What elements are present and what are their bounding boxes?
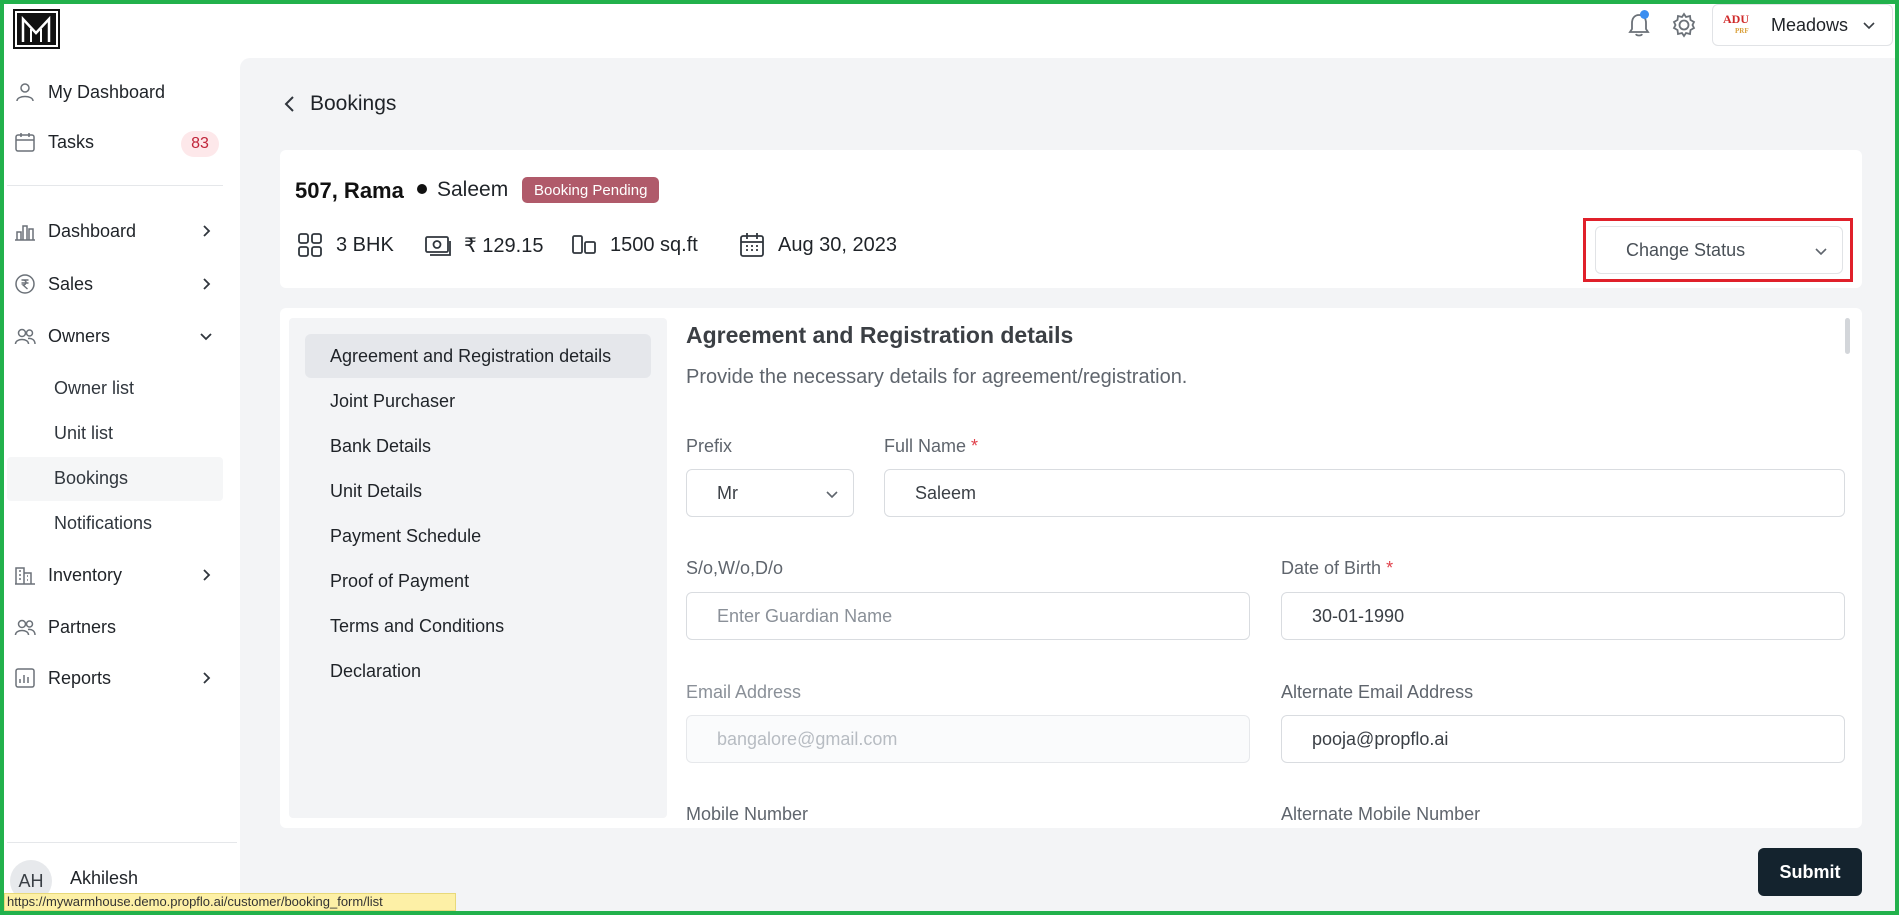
step-payment-schedule[interactable]: Payment Schedule [305, 514, 651, 558]
area-value: 1500 sq.ft [610, 233, 698, 256]
step-proof-of-payment[interactable]: Proof of Payment [305, 559, 651, 603]
separator-dot [417, 184, 427, 194]
email-field: bangalore@gmail.com [686, 715, 1250, 763]
change-status-label: Change Status [1626, 239, 1746, 260]
sidebar-item-reports[interactable]: Reports [14, 660, 111, 696]
sidebar-item-dashboard[interactable]: Dashboard [14, 213, 136, 249]
sidebar-item-label: Partners [48, 616, 117, 637]
browser-status-url: https://mywarmhouse.demo.propflo.ai/cust… [4, 893, 456, 911]
dob-field[interactable]: 30-01-1990 [1281, 592, 1845, 640]
prefix-select[interactable]: Mr [686, 469, 854, 517]
meta-date: Aug 30, 2023 [738, 230, 897, 260]
sidebar-item-partners[interactable]: Partners [14, 609, 116, 645]
status-badge: Booking Pending [522, 177, 660, 203]
report-icon [14, 667, 36, 689]
rupee-icon [14, 273, 36, 295]
sidebar-item-inventory[interactable]: Inventory [14, 557, 122, 593]
unit-name: 507, Rama [295, 178, 404, 203]
project-logo: ADU PRF [1723, 12, 1749, 35]
sidebar-item-sales[interactable]: Sales [14, 266, 93, 302]
prefix-value: Mr [717, 482, 738, 503]
sidebar-item-label: Owners [48, 325, 111, 346]
sidebar-item-my-dashboard[interactable]: My Dashboard [14, 74, 165, 110]
bar-chart-icon [14, 220, 36, 242]
chevron-right-icon [203, 672, 211, 684]
email-label: Email Address [686, 682, 802, 702]
sidebar-divider [7, 185, 223, 186]
step-bank-details[interactable]: Bank Details [305, 424, 651, 468]
bhk-value: 3 BHK [336, 233, 394, 256]
submit-button[interactable]: Submit [1758, 848, 1862, 896]
sidebar-item-label: Dashboard [48, 220, 137, 241]
chevron-down-icon [826, 491, 838, 499]
area-icon [570, 231, 598, 259]
project-name: Meadows [1771, 14, 1849, 35]
chevron-right-icon [203, 278, 211, 290]
chevron-down-icon [200, 333, 212, 341]
back-chevron-icon[interactable] [280, 94, 300, 114]
meta-area: 1500 sq.ft [570, 230, 698, 260]
chevron-down-icon [1863, 22, 1875, 30]
app-logo[interactable] [13, 9, 60, 49]
sidebar-item-label: Inventory [48, 564, 123, 585]
chevron-right-icon [203, 225, 211, 237]
sidebar-subitem-notifications[interactable]: Notifications [54, 508, 152, 538]
full-name-field[interactable]: Saleem [884, 469, 1845, 517]
sidebar-item-label: Tasks [48, 131, 95, 152]
tasks-count-badge: 83 [181, 131, 219, 157]
step-joint-purchaser[interactable]: Joint Purchaser [305, 379, 651, 423]
page-title: Bookings [310, 92, 397, 115]
sidebar-divider [7, 842, 237, 843]
user-icon [14, 81, 36, 103]
owner-name: Saleem [437, 178, 509, 201]
alt-email-label: Alternate Email Address [1281, 682, 1474, 702]
full-name-label: Full Name * [884, 436, 979, 456]
logo-mark-icon [15, 11, 58, 47]
project-selector[interactable]: ADU PRF Meadows [1712, 4, 1893, 46]
calendar-icon [738, 231, 766, 259]
grid-icon [296, 231, 324, 259]
sidebar-subitem-bookings[interactable]: Bookings [54, 463, 128, 493]
section-title: Agreement and Registration details [686, 322, 1074, 348]
building-icon [14, 564, 36, 586]
prefix-label: Prefix [686, 436, 733, 456]
step-unit-details[interactable]: Unit Details [305, 469, 651, 513]
sidebar-item-label: Sales [48, 273, 94, 294]
section-subtitle: Provide the necessary details for agreem… [686, 366, 1188, 388]
calendar-icon [14, 131, 36, 153]
user-name[interactable]: Akhilesh [70, 868, 138, 889]
meta-price: ₹ 129.15 [424, 230, 543, 260]
change-status-dropdown[interactable]: Change Status [1595, 226, 1843, 274]
price-value: ₹ 129.15 [464, 234, 544, 257]
users-icon [14, 325, 36, 347]
cash-icon [424, 231, 452, 259]
sidebar-item-tasks[interactable]: Tasks [14, 124, 94, 160]
sidebar-subitem-unit-list[interactable]: Unit list [54, 418, 113, 448]
topbar: ADU PRF Meadows [0, 0, 1899, 58]
notification-bell-icon[interactable] [1624, 10, 1654, 40]
guardian-field[interactable]: Enter Guardian Name [686, 592, 1250, 640]
guardian-label: S/o,W/o,D/o [686, 558, 784, 578]
mobile-label: Mobile Number [686, 804, 809, 823]
gear-icon[interactable] [1669, 10, 1699, 40]
alt-email-field[interactable]: pooja@propflo.ai [1281, 715, 1845, 763]
step-declaration[interactable]: Declaration [305, 649, 651, 693]
step-terms[interactable]: Terms and Conditions [305, 604, 651, 648]
chevron-down-icon [1815, 248, 1827, 256]
users-icon [14, 616, 36, 638]
alt-mobile-label: Alternate Mobile Number [1281, 804, 1481, 823]
sidebar-item-label: Reports [48, 667, 112, 688]
chevron-right-icon [203, 569, 211, 581]
step-agreement[interactable]: Agreement and Registration details [305, 334, 651, 378]
dob-label: Date of Birth * [1281, 558, 1394, 578]
notification-dot [1640, 10, 1649, 19]
meta-bhk: 3 BHK [296, 230, 394, 260]
date-value: Aug 30, 2023 [778, 233, 897, 256]
sidebar-subitem-owner-list[interactable]: Owner list [54, 373, 134, 403]
sidebar-item-label: My Dashboard [48, 81, 166, 102]
sidebar-item-owners[interactable]: Owners [14, 318, 110, 354]
scrollbar[interactable] [1845, 318, 1850, 354]
